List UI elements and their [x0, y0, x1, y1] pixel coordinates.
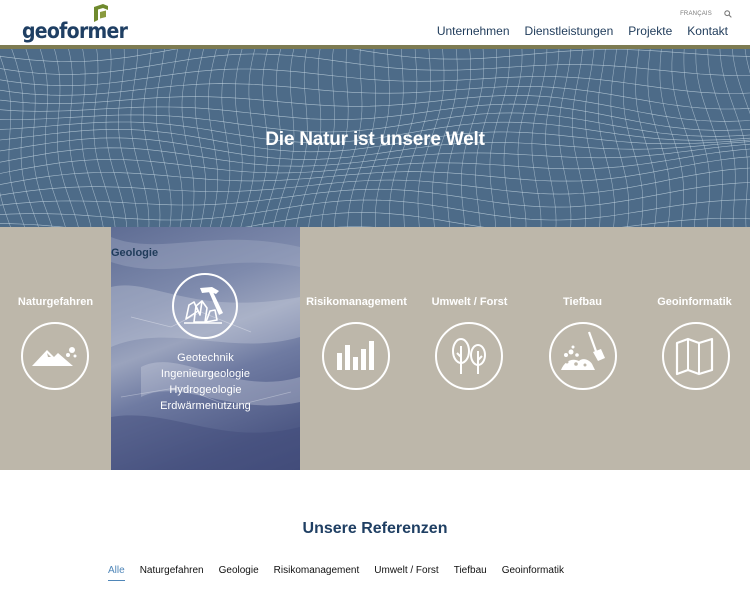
services-section: Naturgefahren Geologie Geotechnik Ingeni… — [0, 227, 750, 470]
logo-text: geoformer — [22, 19, 128, 43]
service-naturgefahren[interactable]: Naturgefahren — [0, 227, 111, 470]
geologie-subservices: Geotechnik Ingenieurgeologie Hydrogeolog… — [111, 350, 300, 414]
filter-umwelt-forst[interactable]: Umwelt / Forst — [374, 565, 438, 581]
mesh-line — [0, 53, 750, 76]
service-label: Risikomanagement — [306, 296, 407, 308]
service-label: Geologie — [111, 247, 159, 259]
main-nav: Unternehmen Dienstleistungen Projekte Ko… — [437, 24, 728, 38]
nav-dienstleistungen[interactable]: Dienstleistungen — [525, 24, 614, 38]
filter-naturgefahren[interactable]: Naturgefahren — [140, 565, 204, 581]
hero-title: Die Natur ist unsere Welt — [265, 129, 485, 150]
search-icon[interactable] — [724, 10, 732, 18]
nav-projekte[interactable]: Projekte — [628, 24, 672, 38]
subservice-ingenieurgeologie[interactable]: Ingenieurgeologie — [111, 366, 300, 382]
mountain-rockfall-icon — [21, 322, 89, 390]
service-geologie[interactable]: Geologie Geotechnik Ingenieurgeologie Hy… — [111, 227, 300, 470]
service-label: Geoinformatik — [657, 296, 732, 308]
service-label: Naturgefahren — [17, 296, 94, 308]
trees-icon — [435, 322, 503, 390]
subservice-hydrogeologie[interactable]: Hydrogeologie — [111, 382, 300, 398]
mesh-line — [0, 167, 750, 196]
utility-bar: FRANÇAIS — [680, 10, 732, 18]
filter-alle[interactable]: Alle — [108, 565, 125, 581]
hero-banner: Die Natur ist unsere Welt — [0, 49, 750, 227]
filter-geoinformatik[interactable]: Geoinformatik — [502, 565, 564, 581]
references-filter-tabs: Alle Naturgefahren Geologie Risikomanage… — [108, 565, 564, 581]
nav-kontakt[interactable]: Kontakt — [687, 24, 728, 38]
references-title: Unsere Referenzen — [302, 520, 448, 537]
service-label: Tiefbau — [563, 296, 602, 308]
mesh-line — [0, 83, 750, 110]
service-umwelt-forst[interactable]: Umwelt / Forst — [413, 227, 526, 470]
logo-mark-icon — [94, 4, 108, 22]
geology-crystal-hammer-icon — [172, 273, 238, 339]
logo[interactable]: geoformer — [22, 4, 132, 44]
nav-unternehmen[interactable]: Unternehmen — [437, 24, 510, 38]
filter-tiefbau[interactable]: Tiefbau — [454, 565, 487, 581]
shovel-dirt-icon — [549, 322, 617, 390]
service-risikomanagement[interactable]: Risikomanagement — [300, 227, 413, 470]
mesh-line — [0, 148, 750, 174]
language-link[interactable]: FRANÇAIS — [680, 11, 712, 17]
service-tiefbau[interactable]: Tiefbau — [526, 227, 639, 470]
bar-chart-icon — [322, 322, 390, 390]
service-geoinformatik[interactable]: Geoinformatik — [639, 227, 750, 470]
filter-geologie[interactable]: Geologie — [219, 565, 259, 581]
folded-map-icon — [662, 322, 730, 390]
rock-texture — [111, 237, 300, 470]
subservice-erdwaermenutzung[interactable]: Erdwärmenutzung — [111, 398, 300, 414]
service-label: Umwelt / Forst — [431, 296, 508, 308]
site-header: geoformer FRANÇAIS Unternehmen Dienstlei… — [0, 0, 750, 45]
filter-risikomanagement[interactable]: Risikomanagement — [274, 565, 360, 581]
subservice-geotechnik[interactable]: Geotechnik — [111, 350, 300, 366]
